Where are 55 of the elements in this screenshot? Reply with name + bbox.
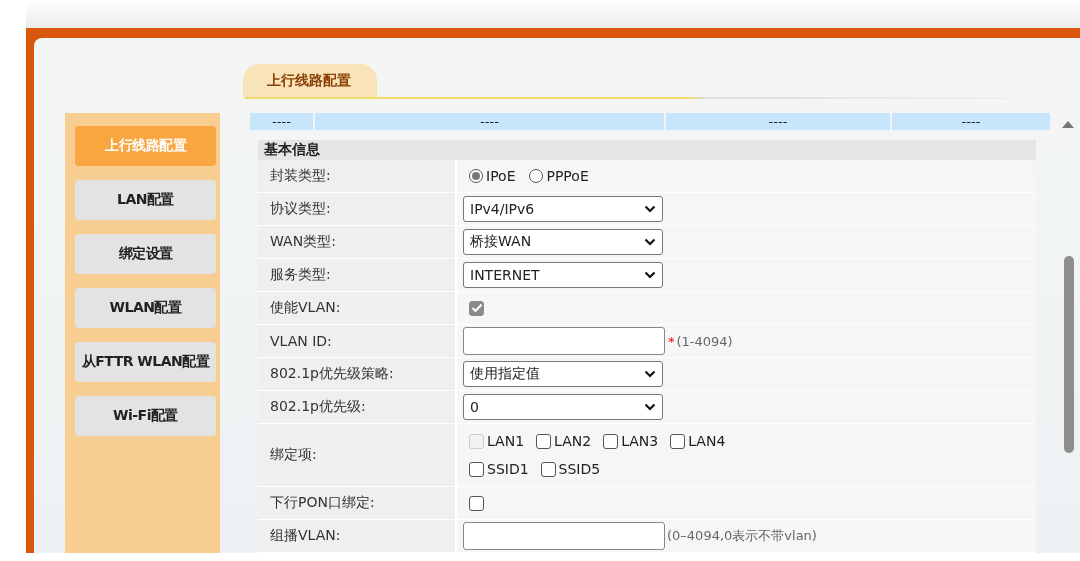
scroll-up-icon[interactable] [1062, 121, 1074, 128]
field-label: WAN类型: [258, 226, 457, 258]
dropdown[interactable]: 桥接WAN [463, 229, 663, 255]
checkbox[interactable] [540, 461, 556, 477]
hint-text: (0–4094,0表示不带vlan) [667, 527, 817, 545]
option-label: LAN3 [621, 433, 659, 449]
field-label: 802.1p优先级策略: [258, 358, 457, 390]
checkbox[interactable] [469, 461, 484, 477]
input-field[interactable] [463, 522, 665, 550]
radio-button[interactable] [469, 169, 483, 183]
radio-button[interactable] [529, 169, 544, 183]
option-label: LAN4 [688, 433, 726, 449]
table-cell: ---- [250, 113, 313, 131]
option-label: PPPoE [546, 168, 589, 184]
sidebar-item[interactable]: 绑定设置 [75, 234, 216, 274]
required-mark: * [668, 333, 675, 349]
chevron-down-icon [644, 403, 656, 411]
option-label: SSID1 [487, 461, 529, 477]
field-label: 使能VLAN: [258, 292, 457, 324]
hint-text: (1-4094) [676, 333, 733, 349]
sidebar-item[interactable]: Wi-Fi配置 [75, 396, 216, 436]
dropdown[interactable]: INTERNET [463, 262, 663, 288]
dropdown[interactable]: IPv4/IPv6 [463, 196, 663, 222]
checkbox[interactable] [603, 433, 619, 449]
option-label: SSID5 [558, 461, 601, 477]
field-label: 下行PON口绑定: [258, 487, 457, 519]
page-tab[interactable]: 上行线路配置 [243, 64, 377, 97]
table-cell: ---- [892, 113, 1050, 131]
option-label: LAN2 [554, 433, 592, 449]
chevron-down-icon [644, 370, 656, 378]
sidebar-item[interactable]: LAN配置 [75, 180, 216, 220]
checkbox[interactable] [536, 433, 552, 449]
checkbox[interactable] [670, 433, 686, 449]
field-label: VLAN ID: [258, 325, 457, 357]
chevron-down-icon [644, 205, 656, 213]
field-label: 802.1p优先级: [258, 391, 457, 423]
chevron-down-icon [644, 271, 656, 279]
field-label: 绑定项: [258, 424, 457, 486]
sidebar-item[interactable]: WLAN配置 [75, 288, 216, 328]
table-cell: ---- [666, 113, 890, 131]
field-label: 组播VLAN: [258, 520, 457, 552]
option-label: IPoE [486, 168, 516, 184]
checkbox[interactable] [469, 495, 484, 511]
dropdown[interactable]: 0 [463, 394, 663, 420]
dropdown[interactable]: 使用指定值 [463, 361, 663, 387]
table-cell: ---- [315, 113, 664, 131]
sidebar-item[interactable]: 从FTTR WLAN配置 [75, 342, 216, 382]
field-label: 封装类型: [258, 160, 457, 192]
field-label: 协议类型: [258, 193, 457, 225]
chevron-down-icon [644, 238, 656, 246]
field-label: 服务类型: [258, 259, 457, 291]
option-label: LAN1 [487, 433, 525, 449]
input-field[interactable] [463, 327, 665, 355]
section-header: 基本信息 [258, 140, 1036, 160]
scroll-thumb[interactable] [1064, 256, 1074, 453]
